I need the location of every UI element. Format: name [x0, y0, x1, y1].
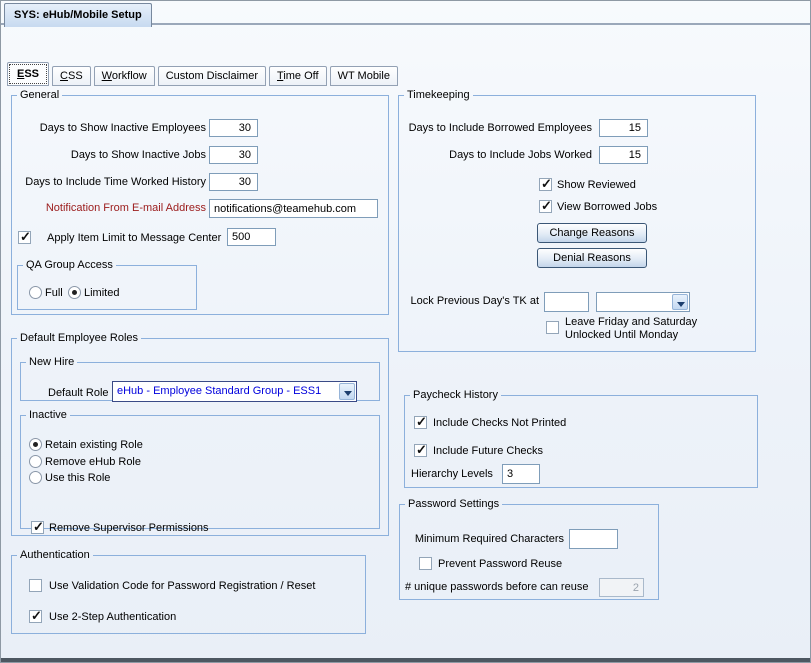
tab-time-off-label: ime Off	[283, 70, 318, 82]
leave-weekend-label-line2: Unlocked Until Monday	[565, 329, 697, 342]
remove-ehub-role-radio[interactable]	[29, 455, 42, 468]
change-reasons-button[interactable]: Change Reasons	[537, 223, 647, 243]
new-hire-groupbox: New Hire Default Role eHub - Employee St…	[20, 356, 380, 401]
notification-email-label: Notification From E-mail Address	[12, 202, 206, 215]
leave-weekend-unlocked-checkbox[interactable]	[546, 321, 559, 334]
include-future-checks-checkbox[interactable]	[414, 444, 427, 457]
remove-ehub-role-label[interactable]: Remove eHub Role	[45, 456, 141, 469]
qa-limited-label[interactable]: Limited	[84, 287, 119, 300]
window-bottom-edge	[1, 658, 810, 662]
ehub-mobile-setup-window: SYS: eHub/Mobile Setup ESS CSS Workflow …	[0, 0, 811, 663]
tab-css-accel: C	[60, 70, 68, 82]
tab-css[interactable]: CSS	[52, 66, 91, 86]
authentication-groupbox: Authentication Use Validation Code for P…	[11, 549, 366, 634]
qa-group-access-legend: QA Group Access	[23, 259, 116, 271]
default-employee-roles-groupbox: Default Employee Roles New Hire Default …	[11, 332, 389, 536]
settings-tab-strip: ESS CSS Workflow Custom Disclaimer Time …	[7, 62, 398, 86]
default-role-value: eHub - Employee Standard Group - ESS1	[117, 382, 338, 401]
tab-wt-mobile-label: WT Mobile	[338, 70, 390, 82]
minimum-required-characters-label: Minimum Required Characters	[400, 533, 564, 546]
document-tab-strip: SYS: eHub/Mobile Setup	[1, 1, 810, 25]
tab-ess[interactable]: ESS	[7, 62, 49, 86]
item-limit-input[interactable]	[227, 228, 276, 246]
timekeeping-groupbox: Timekeeping Days to Include Borrowed Emp…	[398, 89, 756, 352]
days-jobs-worked-input[interactable]	[599, 146, 648, 164]
view-borrowed-jobs-label[interactable]: View Borrowed Jobs	[557, 201, 657, 214]
show-reviewed-label[interactable]: Show Reviewed	[557, 179, 636, 192]
remove-supervisor-permissions-checkbox[interactable]	[31, 521, 44, 534]
lock-tk-meridiem-combobox[interactable]	[596, 292, 690, 312]
inactive-groupbox: Inactive Retain existing Role Remove eHu…	[20, 409, 380, 529]
hierarchy-levels-input[interactable]	[502, 464, 540, 484]
tab-time-off[interactable]: Time Off	[269, 66, 327, 86]
lock-previous-day-tk-label: Lock Previous Day's TK at	[399, 295, 539, 308]
prevent-password-reuse-label[interactable]: Prevent Password Reuse	[438, 558, 562, 571]
general-legend: General	[17, 89, 62, 101]
tab-css-label: SS	[68, 70, 83, 82]
qa-limited-radio[interactable]	[68, 286, 81, 299]
days-inactive-employees-label: Days to Show Inactive Employees	[12, 122, 206, 135]
include-future-checks-label[interactable]: Include Future Checks	[433, 445, 543, 458]
days-inactive-employees-input[interactable]	[209, 119, 258, 137]
days-jobs-worked-label: Days to Include Jobs Worked	[399, 149, 592, 162]
lock-tk-dropdown-arrow-icon[interactable]	[672, 294, 688, 310]
use-validation-code-checkbox[interactable]	[29, 579, 42, 592]
leave-weekend-unlocked-label[interactable]: Leave Friday and Saturday Unlocked Until…	[565, 316, 697, 342]
hierarchy-levels-label: Hierarchy Levels	[411, 468, 493, 481]
tab-ess-label: SS	[24, 68, 39, 80]
default-employee-roles-legend: Default Employee Roles	[17, 332, 141, 344]
tab-custom-disclaimer-label: Custom Disclaimer	[166, 70, 258, 82]
tab-workflow[interactable]: Workflow	[94, 66, 155, 86]
lock-tk-time-input[interactable]	[544, 292, 589, 312]
qa-full-label[interactable]: Full	[45, 287, 63, 300]
days-inactive-jobs-input[interactable]	[209, 146, 258, 164]
password-settings-groupbox: Password Settings Minimum Required Chara…	[399, 498, 659, 600]
include-checks-not-printed-label[interactable]: Include Checks Not Printed	[433, 417, 566, 430]
prevent-password-reuse-checkbox[interactable]	[419, 557, 432, 570]
include-checks-not-printed-checkbox[interactable]	[414, 416, 427, 429]
show-reviewed-checkbox[interactable]	[539, 178, 552, 191]
remove-supervisor-permissions-label[interactable]: Remove Supervisor Permissions	[49, 522, 209, 535]
new-hire-legend: New Hire	[26, 356, 77, 368]
use-this-role-radio[interactable]	[29, 471, 42, 484]
inactive-legend: Inactive	[26, 409, 70, 421]
tab-workflow-label: orkflow	[112, 70, 147, 82]
days-inactive-jobs-label: Days to Show Inactive Jobs	[12, 149, 206, 162]
notification-email-input[interactable]	[209, 199, 378, 218]
general-groupbox: General Days to Show Inactive Employees …	[11, 89, 389, 315]
paycheck-history-groupbox: Paycheck History Include Checks Not Prin…	[404, 389, 758, 488]
tab-wt-mobile[interactable]: WT Mobile	[330, 66, 398, 86]
apply-item-limit-checkbox[interactable]	[18, 231, 31, 244]
authentication-legend: Authentication	[17, 549, 93, 561]
use-two-step-authentication-checkbox[interactable]	[29, 610, 42, 623]
unique-passwords-before-reuse-label: # unique passwords before can reuse	[405, 581, 588, 594]
apply-item-limit-label[interactable]: Apply Item Limit to Message Center	[47, 232, 221, 245]
use-this-role-label[interactable]: Use this Role	[45, 472, 110, 485]
default-role-combobox[interactable]: eHub - Employee Standard Group - ESS1	[112, 381, 357, 402]
minimum-required-characters-input[interactable]	[569, 529, 618, 549]
unique-passwords-before-reuse-input	[599, 578, 644, 597]
tab-custom-disclaimer[interactable]: Custom Disclaimer	[158, 66, 266, 86]
days-borrowed-employees-label: Days to Include Borrowed Employees	[399, 122, 592, 135]
denial-reasons-button[interactable]: Denial Reasons	[537, 248, 647, 268]
days-borrowed-employees-input[interactable]	[599, 119, 648, 137]
use-validation-code-label[interactable]: Use Validation Code for Password Registr…	[49, 580, 315, 593]
retain-existing-role-radio[interactable]	[29, 438, 42, 451]
use-two-step-authentication-label[interactable]: Use 2-Step Authentication	[49, 611, 176, 624]
days-time-worked-history-input[interactable]	[209, 173, 258, 191]
document-tab-ehub-mobile-setup[interactable]: SYS: eHub/Mobile Setup	[4, 3, 152, 27]
default-role-dropdown-arrow-icon[interactable]	[339, 383, 355, 400]
qa-full-radio[interactable]	[29, 286, 42, 299]
retain-existing-role-label[interactable]: Retain existing Role	[45, 439, 143, 452]
leave-weekend-label-line1: Leave Friday and Saturday	[565, 316, 697, 329]
default-role-label: Default Role	[48, 387, 109, 400]
tab-workflow-accel: W	[102, 70, 112, 82]
timekeeping-legend: Timekeeping	[404, 89, 473, 101]
paycheck-history-legend: Paycheck History	[410, 389, 501, 401]
password-settings-legend: Password Settings	[405, 498, 502, 510]
view-borrowed-jobs-checkbox[interactable]	[539, 200, 552, 213]
days-time-worked-history-label: Days to Include Time Worked History	[12, 176, 206, 189]
qa-group-access-groupbox: QA Group Access Full Limited	[17, 259, 197, 310]
